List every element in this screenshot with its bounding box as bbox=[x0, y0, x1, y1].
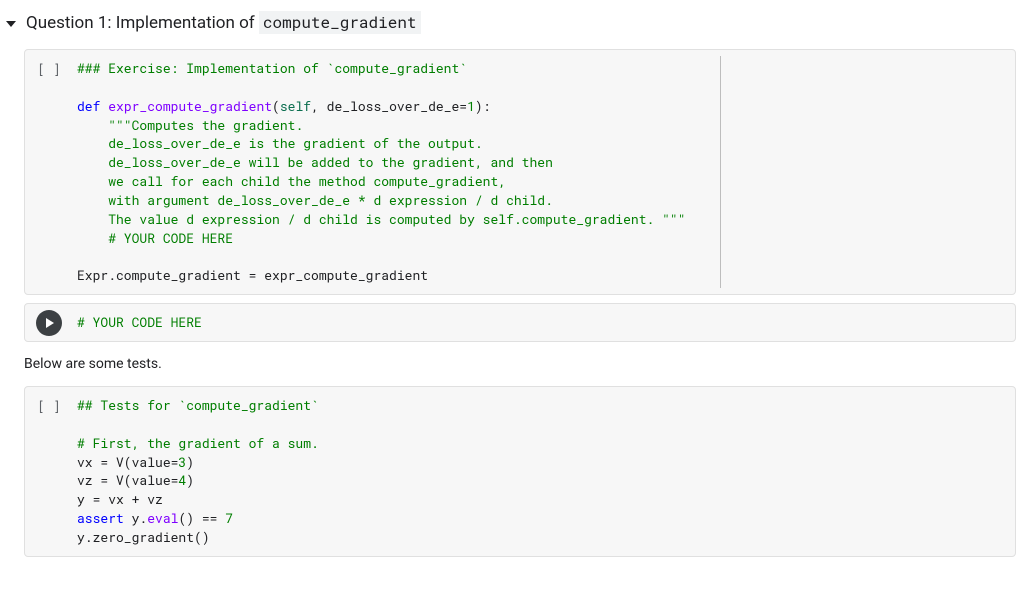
code-cell-1[interactable]: [ ] ### Exercise: Implementation of `com… bbox=[24, 49, 1016, 295]
code-editor-2[interactable]: # YOUR CODE HERE bbox=[73, 304, 1015, 341]
cell-divider bbox=[720, 56, 721, 288]
title-prefix: Question 1: Implementation of bbox=[26, 13, 259, 33]
code-cell-2[interactable]: # YOUR CODE HERE bbox=[24, 303, 1016, 342]
code-editor-1[interactable]: ### Exercise: Implementation of `compute… bbox=[73, 50, 1015, 294]
cell-run-indicator[interactable]: [ ] bbox=[25, 50, 73, 294]
markdown-text: Below are some tests. bbox=[24, 356, 1016, 372]
section-heading-row: Question 1: Implementation of compute_gr… bbox=[0, 8, 1024, 49]
cell-run-gutter bbox=[25, 304, 73, 341]
cell-run-indicator[interactable]: [ ] bbox=[25, 387, 73, 556]
code-cell-3[interactable]: [ ] ## Tests for `compute_gradient` # Fi… bbox=[24, 386, 1016, 557]
run-cell-button[interactable] bbox=[36, 310, 62, 336]
code-editor-3[interactable]: ## Tests for `compute_gradient` # First,… bbox=[73, 387, 1015, 556]
title-code: compute_gradient bbox=[259, 11, 421, 34]
section-title: Question 1: Implementation of compute_gr… bbox=[26, 12, 421, 33]
play-icon bbox=[46, 318, 54, 328]
collapse-toggle-icon[interactable] bbox=[6, 21, 16, 27]
